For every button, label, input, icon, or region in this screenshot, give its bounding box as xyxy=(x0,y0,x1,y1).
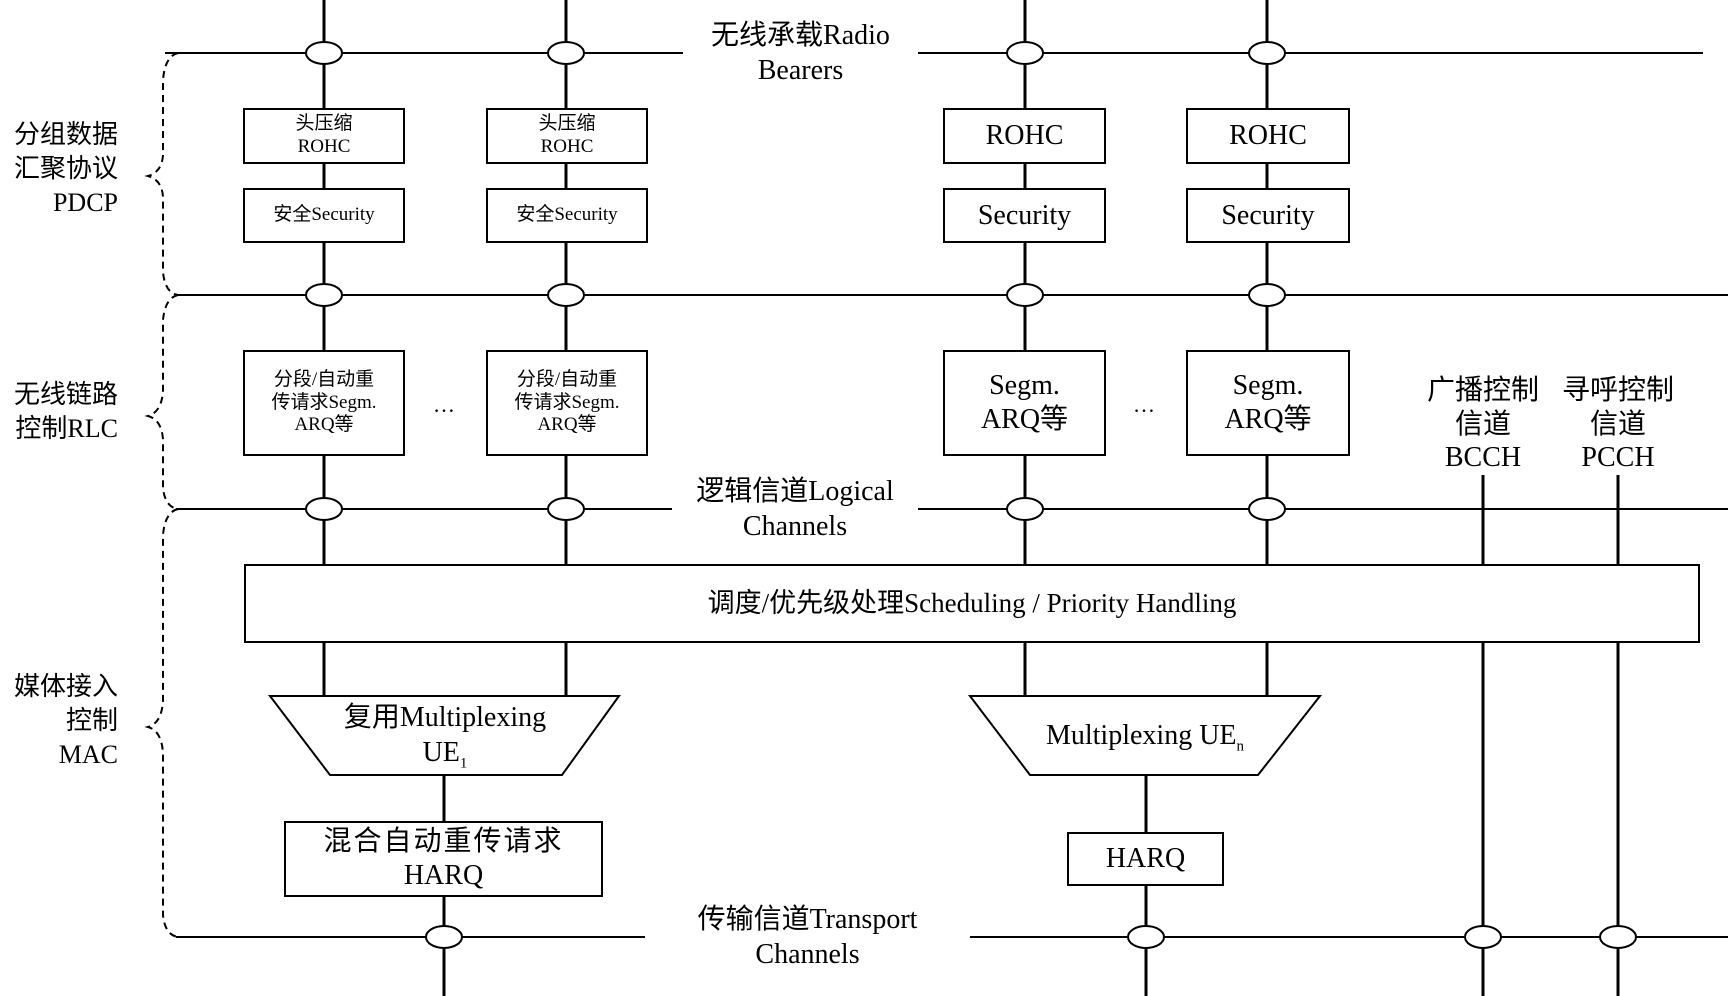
rlc-box-3: Segm. ARQ等 xyxy=(943,350,1106,456)
sap-ellipse xyxy=(305,283,343,307)
mac-layer-label: 媒体接入 控制 MAC xyxy=(13,672,118,769)
pcch-label: 寻呼控制 信道 PCCH xyxy=(1561,375,1674,474)
rohc-box-3: ROHC xyxy=(943,108,1106,164)
rlc-box-2: 分段/自动重 传请求Segm. ARQ等 xyxy=(486,350,648,456)
rlc-layer-label: 无线链路 控制RLC xyxy=(13,380,118,443)
sap-ellipse xyxy=(1248,497,1286,521)
pdcp-brace xyxy=(144,52,179,296)
rlc-brace xyxy=(144,294,179,510)
sap-ellipse xyxy=(305,497,343,521)
ellipsis-right: … xyxy=(1133,392,1155,417)
sap-ellipse xyxy=(1464,925,1502,949)
security-box-1: 安全Security xyxy=(243,188,405,243)
rlc-box-1: 分段/自动重 传请求Segm. ARQ等 xyxy=(243,350,405,456)
sap-ellipse xyxy=(547,41,585,65)
ellipsis-left: … xyxy=(433,392,455,417)
rlc-box-4: Segm. ARQ等 xyxy=(1186,350,1350,456)
logical-channels-label: 逻辑信道Logical Channels xyxy=(696,476,894,542)
sap-ellipse xyxy=(305,41,343,65)
rohc-box-2: 头压缩 ROHC xyxy=(486,108,648,164)
rohc-box-4: ROHC xyxy=(1186,108,1350,164)
mux1-label: 复用Multiplexing UE1 xyxy=(343,702,547,772)
scheduling-box: 调度/优先级处理Scheduling / Priority Handling xyxy=(244,564,1700,643)
bcch-label: 广播控制 信道 BCCH xyxy=(1426,375,1539,474)
sap-ellipse xyxy=(547,497,585,521)
rohc-box-1: 头压缩 ROHC xyxy=(243,108,405,164)
security-box-3: Security xyxy=(943,188,1106,243)
security-box-2: 安全Security xyxy=(486,188,648,243)
sap-ellipse xyxy=(1127,925,1165,949)
sap-ellipse xyxy=(425,925,463,949)
pdcp-layer-label: 分组数据 汇聚协议 PDCP xyxy=(13,120,118,217)
security-box-4: Security xyxy=(1186,188,1350,243)
sap-ellipse xyxy=(1006,283,1044,307)
sap-ellipse xyxy=(547,283,585,307)
mac-brace xyxy=(144,508,179,938)
harq1-box: 混合自动重传请求 HARQ xyxy=(284,821,603,897)
sap-ellipse xyxy=(1248,41,1286,65)
harqn-box: HARQ xyxy=(1067,832,1224,886)
muxn-label: Multiplexing UEn xyxy=(1045,720,1245,755)
transport-channels-label: 传输信道Transport Channels xyxy=(697,904,918,970)
sap-ellipse xyxy=(1248,283,1286,307)
sap-ellipse xyxy=(1006,41,1044,65)
sap-ellipse xyxy=(1599,925,1637,949)
sap-ellipse xyxy=(1006,497,1044,521)
radio-bearers-label: 无线承载Radio Bearers xyxy=(711,20,890,86)
